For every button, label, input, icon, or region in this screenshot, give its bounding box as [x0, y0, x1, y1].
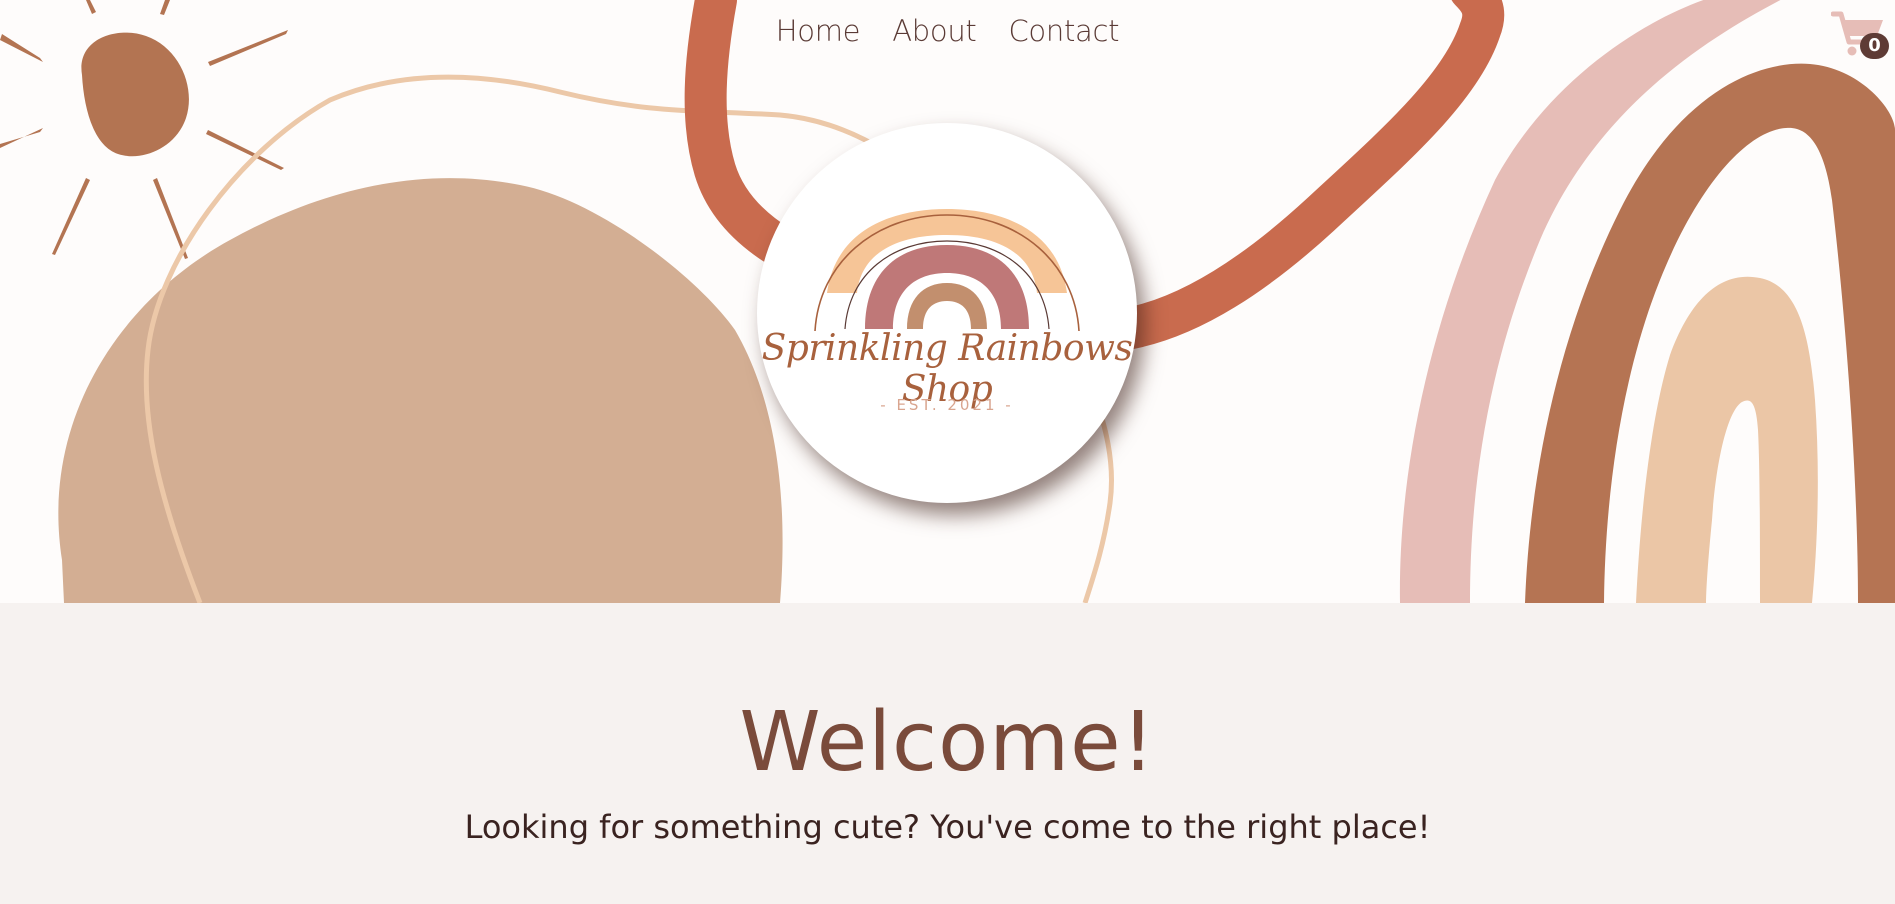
peach-arch [1636, 276, 1818, 603]
hero-banner: Home About Contact 0 Sprinkling Rainbows… [0, 0, 1895, 603]
cart-button[interactable]: 0 [1830, 8, 1893, 62]
page-title: Welcome! [739, 695, 1156, 790]
rainbow-logo-icon [814, 209, 1080, 332]
logo-established-year: - EST. 2021 - [880, 396, 1014, 414]
nav-link-home[interactable]: Home [776, 10, 861, 52]
welcome-tagline: Looking for something cute? You've come … [464, 808, 1431, 846]
tan-blob [58, 178, 783, 603]
nav-link-contact[interactable]: Contact [1008, 10, 1119, 52]
main-navigation: Home About Contact [0, 10, 1895, 52]
nav-link-about[interactable]: About [892, 10, 977, 52]
cart-count-badge: 0 [1860, 33, 1889, 59]
shop-logo[interactable]: Sprinkling Rainbows Shop - EST. 2021 - [757, 123, 1137, 503]
